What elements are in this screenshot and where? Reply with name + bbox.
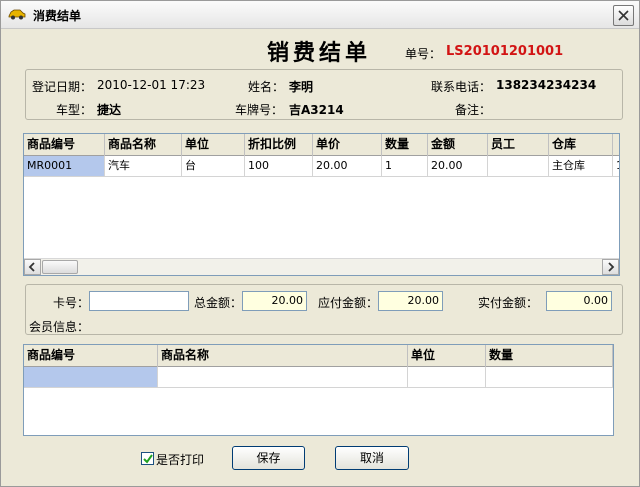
- window-title: 消费结单: [33, 9, 82, 23]
- member-grid[interactable]: 商品编号 商品名称 单位 数量: [23, 344, 614, 436]
- total-amount-field[interactable]: 20.00: [242, 291, 307, 311]
- grid-cell[interactable]: 100: [245, 156, 313, 177]
- card-label: 卡号：: [53, 296, 90, 310]
- horizontal-scrollbar[interactable]: [24, 258, 619, 275]
- save-button[interactable]: 保存: [232, 446, 305, 470]
- grid-cell[interactable]: [158, 367, 408, 388]
- member-grid-header: 商品编号 商品名称 单位 数量: [24, 345, 613, 367]
- grid-cell[interactable]: 汽车: [105, 156, 182, 177]
- items-grid[interactable]: 商品编号 商品名称 单位 折扣比例 单价 数量 金额 员工 仓库 MR0001 …: [23, 133, 620, 276]
- column-header[interactable]: 员工: [488, 134, 549, 156]
- scroll-left-button[interactable]: [24, 259, 41, 275]
- title-bar: 消费结单: [1, 1, 639, 29]
- total-label: 总金额：: [194, 296, 243, 310]
- reg-date-value: 2010-12-01 17:23: [97, 78, 206, 92]
- cancel-button[interactable]: 取消: [335, 446, 409, 470]
- column-header[interactable]: 数量: [486, 345, 613, 367]
- column-header[interactable]: 商品名称: [105, 134, 182, 156]
- sale-settlement-window: 消费结单 销费结单 单号： LS20101201001 登记日期： 2010-1…: [0, 0, 640, 487]
- grid-cell[interactable]: 台: [182, 156, 245, 177]
- name-label: 姓名：: [248, 80, 285, 94]
- column-header[interactable]: 商品名称: [158, 345, 408, 367]
- car-type-value: 捷达: [97, 103, 122, 117]
- column-header[interactable]: 金额: [428, 134, 488, 156]
- print-checkbox[interactable]: [141, 452, 154, 465]
- close-button[interactable]: [613, 5, 634, 26]
- column-header[interactable]: 仓库: [549, 134, 613, 156]
- items-grid-header: 商品编号 商品名称 单位 折扣比例 单价 数量 金额 员工 仓库: [24, 134, 619, 156]
- scroll-right-button[interactable]: [602, 259, 619, 275]
- paid-amount-field[interactable]: 0.00: [546, 291, 612, 311]
- column-header[interactable]: 单位: [408, 345, 486, 367]
- reg-date-label: 登记日期：: [32, 80, 93, 94]
- column-header[interactable]: 商品编号: [24, 345, 158, 367]
- remark-label: 备注：: [455, 103, 492, 117]
- grid-cell[interactable]: [408, 367, 486, 388]
- phone-value: 138234234234: [496, 78, 597, 92]
- phone-label: 联系电话：: [431, 80, 492, 94]
- grid-cell[interactable]: [24, 367, 158, 388]
- grid-cell[interactable]: 主仓库: [549, 156, 613, 177]
- column-header[interactable]: 单价: [313, 134, 382, 156]
- order-number-value: LS20101201001: [446, 44, 564, 59]
- grid-cell[interactable]: 20.00: [313, 156, 382, 177]
- member-info-label: 会员信息：: [29, 320, 90, 334]
- name-value: 李明: [289, 80, 314, 94]
- grid-cell[interactable]: [488, 156, 549, 177]
- print-checkbox-label[interactable]: 是否打印: [156, 451, 204, 468]
- due-amount-field[interactable]: 20.00: [378, 291, 443, 311]
- grid-cell[interactable]: 20.00: [428, 156, 488, 177]
- order-number-label: 单号：: [405, 47, 442, 61]
- close-icon: [618, 10, 629, 21]
- plate-label: 车牌号：: [235, 103, 284, 117]
- table-row[interactable]: [24, 367, 613, 388]
- chevron-left-icon: [28, 262, 35, 272]
- grid-cell[interactable]: 1: [613, 156, 619, 177]
- car-icon: [8, 9, 26, 20]
- due-label: 应付金额：: [318, 296, 379, 310]
- page-title: 销费结单: [267, 41, 372, 66]
- plate-value: 吉A3214: [289, 103, 344, 117]
- paid-label: 实付金额：: [478, 296, 539, 310]
- grid-cell[interactable]: MR0001: [24, 156, 105, 177]
- grid-cell[interactable]: [486, 367, 613, 388]
- table-row[interactable]: MR0001 汽车 台 100 20.00 1 20.00 主仓库 1: [24, 156, 619, 177]
- card-number-input[interactable]: [89, 291, 189, 311]
- column-header[interactable]: [613, 134, 619, 156]
- column-header[interactable]: 数量: [382, 134, 428, 156]
- scrollbar-thumb[interactable]: [42, 260, 78, 274]
- column-header[interactable]: 折扣比例: [245, 134, 313, 156]
- car-type-label: 车型：: [56, 103, 93, 117]
- checkmark-icon: [143, 454, 153, 464]
- chevron-right-icon: [608, 262, 615, 272]
- column-header[interactable]: 单位: [182, 134, 245, 156]
- grid-cell[interactable]: 1: [382, 156, 428, 177]
- column-header[interactable]: 商品编号: [24, 134, 105, 156]
